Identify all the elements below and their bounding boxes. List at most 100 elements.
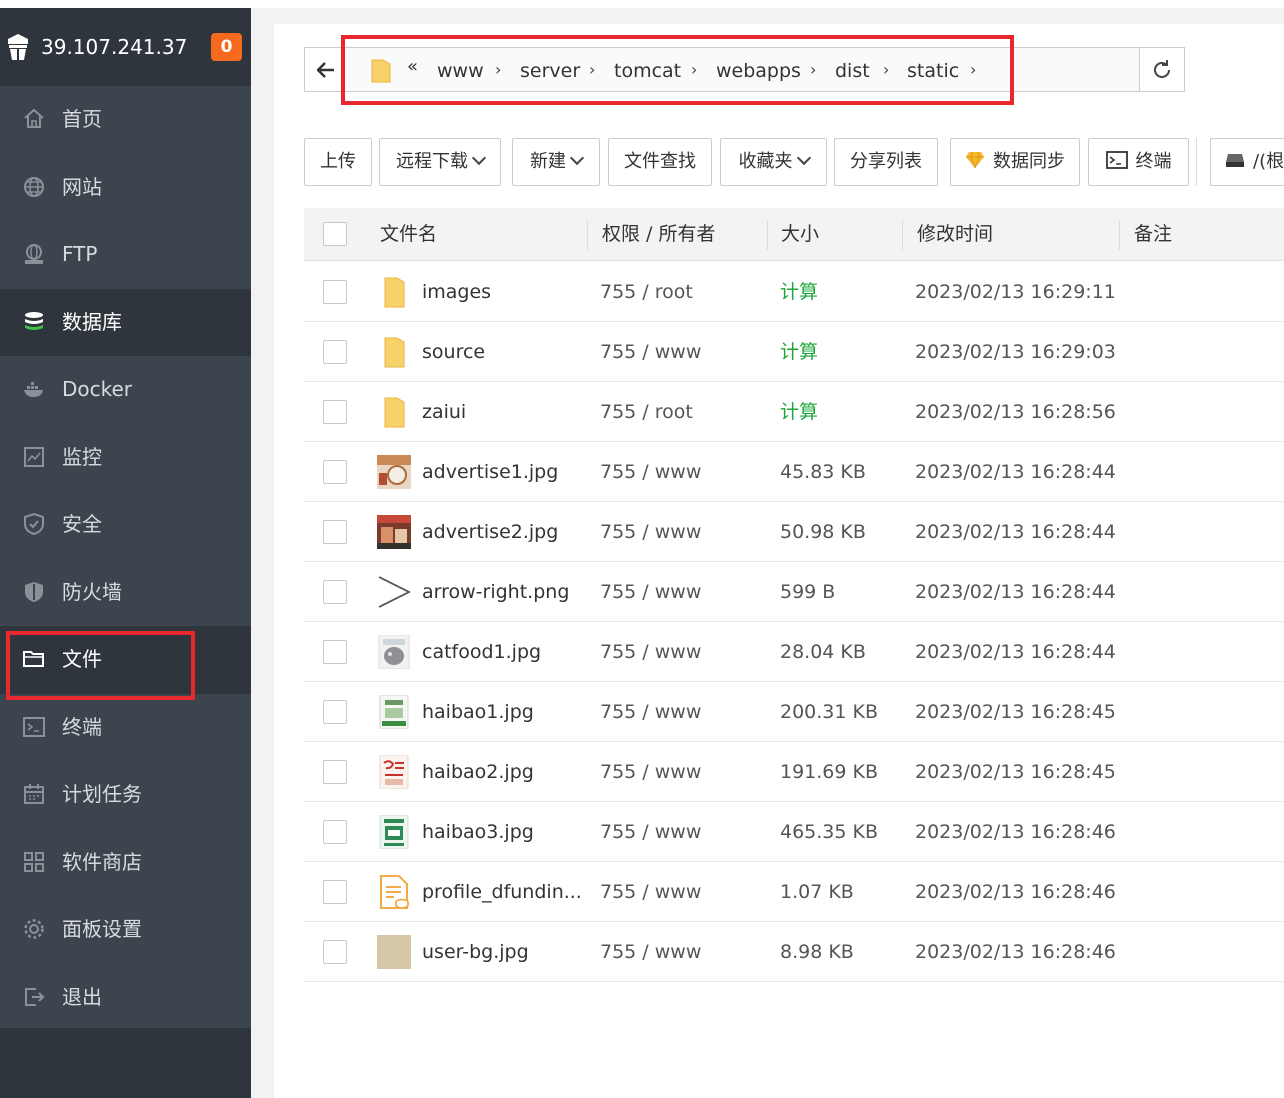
file-mtime: 2023/02/13 16:28:45 (915, 701, 1116, 723)
terminal-button[interactable]: 终端 (1088, 138, 1189, 186)
sidebar-item-terminal[interactable]: 终端 (0, 694, 251, 762)
row-checkbox[interactable] (323, 580, 347, 604)
table-row[interactable]: zaiui 755 / root 计算 2023/02/13 16:28:56 (304, 382, 1284, 442)
sidebar-item-monitor[interactable]: 监控 (0, 424, 251, 492)
file-search-label: 文件查找 (624, 151, 696, 172)
calculate-size-link[interactable]: 计算 (780, 398, 818, 426)
new-label: 新建 (530, 151, 566, 172)
table-row[interactable]: haibao3.jpg 755 / www 465.35 KB 2023/02/… (304, 802, 1284, 862)
row-checkbox[interactable] (323, 940, 347, 964)
file-permission[interactable]: 755 / www (600, 518, 701, 546)
table-row[interactable]: advertise1.jpg 755 / www 45.83 KB 2023/0… (304, 442, 1284, 502)
file-name[interactable]: advertise1.jpg (422, 458, 558, 486)
back-button[interactable] (304, 47, 344, 92)
file-manager-panel: « www › server › tomcat › webapps › dist… (274, 24, 1284, 1098)
file-permission[interactable]: 755 / www (600, 818, 701, 846)
new-button[interactable]: 新建 (512, 138, 600, 186)
favorites-button[interactable]: 收藏夹 (720, 138, 827, 186)
file-permission[interactable]: 755 / root (600, 398, 693, 426)
table-row[interactable]: catfood1.jpg 755 / www 28.04 KB 2023/02/… (304, 622, 1284, 682)
table-row[interactable]: profile_dfundin... 755 / www 1.07 KB 202… (304, 862, 1284, 922)
row-checkbox[interactable] (323, 700, 347, 724)
file-name[interactable]: advertise2.jpg (422, 518, 558, 546)
root-disk-button[interactable]: /(根 (1210, 138, 1284, 186)
sidebar-item-home[interactable]: 首页 (0, 86, 251, 154)
column-divider (767, 220, 768, 250)
row-checkbox[interactable] (323, 340, 347, 364)
monitor-icon (24, 446, 44, 467)
file-search-button[interactable]: 文件查找 (608, 138, 712, 186)
sidebar-item-database[interactable]: 数据库 (0, 288, 251, 356)
row-checkbox[interactable] (323, 820, 347, 844)
table-row[interactable]: haibao1.jpg 755 / www 200.31 KB 2023/02/… (304, 682, 1284, 742)
table-row[interactable]: images 755 / root 计算 2023/02/13 16:29:11 (304, 262, 1284, 322)
row-checkbox[interactable] (323, 280, 347, 304)
table-row[interactable]: advertise2.jpg 755 / www 50.98 KB 2023/0… (304, 502, 1284, 562)
file-name[interactable]: arrow-right.png (422, 578, 569, 606)
file-name[interactable]: zaiui (422, 398, 466, 426)
sidebar-item-panel-settings[interactable]: 面板设置 (0, 896, 251, 964)
column-header-perm[interactable]: 权限 / 所有者 (602, 220, 715, 248)
calculate-size-link[interactable]: 计算 (780, 338, 818, 366)
column-header-size[interactable]: 大小 (781, 220, 819, 248)
file-name[interactable]: profile_dfundin... (422, 878, 582, 906)
file-name[interactable]: source (422, 338, 485, 366)
row-checkbox[interactable] (323, 520, 347, 544)
calendar-icon (24, 784, 44, 804)
select-all-checkbox[interactable] (323, 222, 347, 246)
folder-icon (384, 337, 405, 368)
file-permission[interactable]: 755 / www (600, 698, 701, 726)
row-checkbox[interactable] (323, 640, 347, 664)
data-sync-button[interactable]: 数据同步 (950, 138, 1080, 186)
row-checkbox[interactable] (323, 460, 347, 484)
sidebar-item-security[interactable]: 安全 (0, 491, 251, 559)
file-name[interactable]: user-bg.jpg (422, 938, 529, 966)
table-row[interactable]: haibao2.jpg 755 / www 191.69 KB 2023/02/… (304, 742, 1284, 802)
upload-button[interactable]: 上传 (304, 138, 372, 186)
row-checkbox[interactable] (323, 880, 347, 904)
docker-icon (24, 382, 43, 397)
file-permission[interactable]: 755 / www (600, 458, 701, 486)
share-list-button[interactable]: 分享列表 (834, 138, 938, 186)
file-name[interactable]: catfood1.jpg (422, 638, 541, 666)
table-row[interactable]: user-bg.jpg 755 / www 8.98 KB 2023/02/13… (304, 922, 1284, 982)
sidebar-item-label: 首页 (62, 107, 102, 131)
file-name[interactable]: haibao2.jpg (422, 758, 534, 786)
folder-icon (384, 397, 405, 428)
table-row[interactable]: arrow-right.png 755 / www 599 B 2023/02/… (304, 562, 1284, 622)
file-mtime: 2023/02/13 16:28:46 (915, 941, 1116, 963)
file-permission[interactable]: 755 / www (600, 638, 701, 666)
remote-download-button[interactable]: 远程下载 (379, 138, 501, 186)
file-mtime: 2023/02/13 16:29:11 (915, 281, 1116, 303)
sidebar-item-firewall[interactable]: 防火墙 (0, 559, 251, 627)
chevron-down-icon (569, 150, 585, 166)
sidebar-item-website[interactable]: 网站 (0, 154, 251, 222)
file-size: 28.04 KB (780, 641, 866, 663)
calculate-size-link[interactable]: 计算 (780, 278, 818, 306)
sidebar-item-app-store[interactable]: 软件商店 (0, 829, 251, 897)
sidebar-item-cron[interactable]: 计划任务 (0, 761, 251, 829)
file-permission[interactable]: 755 / www (600, 938, 701, 966)
file-permission[interactable]: 755 / www (600, 758, 701, 786)
file-permission[interactable]: 755 / www (600, 578, 701, 606)
sidebar-footer (0, 1028, 251, 1098)
column-header-name[interactable]: 文件名 (380, 220, 437, 248)
sidebar-item-docker[interactable]: Docker (0, 356, 251, 424)
row-checkbox[interactable] (323, 760, 347, 784)
refresh-button[interactable] (1139, 47, 1185, 92)
sidebar-item-ftp[interactable]: FTP (0, 221, 251, 289)
file-name[interactable]: images (422, 278, 491, 306)
sidebar-item-logout[interactable]: 退出 (0, 964, 251, 1032)
notification-badge[interactable]: 0 (211, 33, 242, 61)
file-permission[interactable]: 755 / www (600, 338, 701, 366)
row-checkbox[interactable] (323, 400, 347, 424)
file-name[interactable]: haibao1.jpg (422, 698, 534, 726)
sidebar-item-label: FTP (62, 242, 98, 266)
file-name[interactable]: haibao3.jpg (422, 818, 534, 846)
file-permission[interactable]: 755 / www (600, 878, 701, 906)
file-permission[interactable]: 755 / root (600, 278, 693, 306)
table-row[interactable]: source 755 / www 计算 2023/02/13 16:29:03 (304, 322, 1284, 382)
table-header: 文件名 权限 / 所有者 大小 修改时间 备注 (304, 208, 1284, 261)
sidebar-item-label: 面板设置 (62, 917, 142, 941)
column-header-mtime[interactable]: 修改时间 (917, 220, 993, 248)
